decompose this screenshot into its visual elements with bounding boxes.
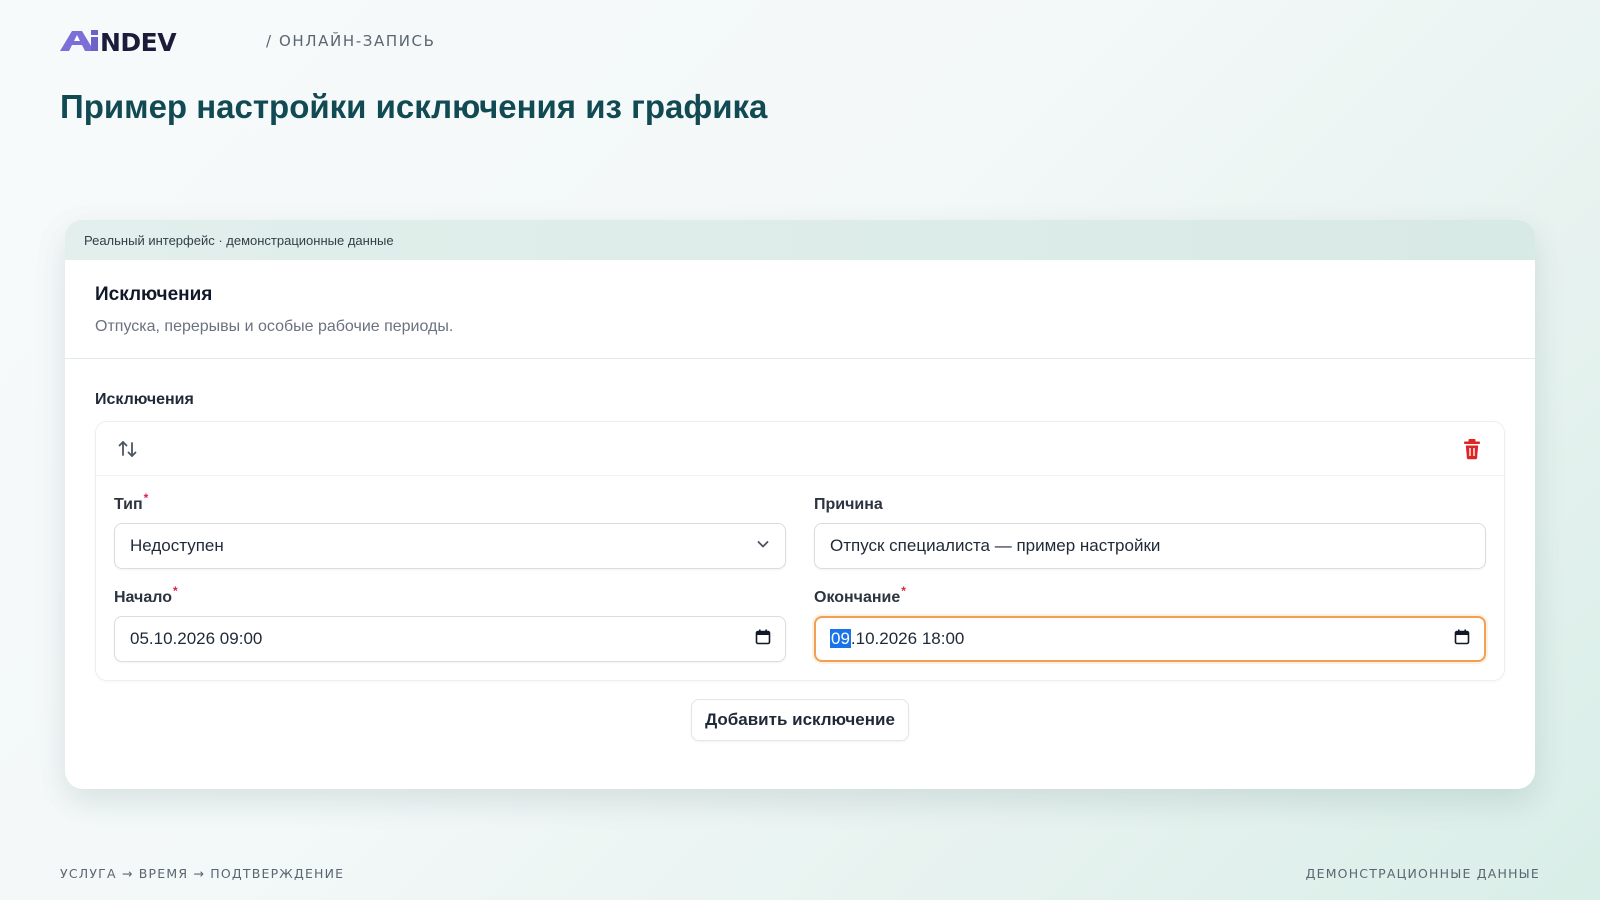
required-mark: * (901, 584, 906, 598)
add-exception-row: Добавить исключение (95, 699, 1505, 741)
section-label: Исключения (95, 391, 194, 408)
exceptions-section: Исключения Тип* Недоступен Причина Отпус… (65, 359, 1535, 741)
page-title: Пример настройки исключения из графика (60, 88, 768, 125)
end-datetime-value: 09.10.2026 18:00 (830, 629, 965, 648)
type-select[interactable]: Недоступен (114, 523, 786, 569)
end-datetime-input[interactable]: 09.10.2026 18:00 (814, 616, 1486, 662)
start-datetime-value: 05.10.2026 09:00 (130, 629, 263, 648)
start-datetime-input[interactable]: 05.10.2026 09:00 (114, 616, 786, 662)
panel-description: Отпуска, перерывы и особые рабочие перио… (95, 318, 454, 335)
required-mark: * (143, 491, 149, 505)
panel-title: Исключения (95, 284, 213, 305)
logo[interactable]: NDEV (60, 26, 238, 56)
trash-icon[interactable] (1460, 437, 1484, 461)
type-select-value: Недоступен (130, 536, 224, 555)
arrows-up-down-icon[interactable] (116, 437, 140, 461)
exception-fields: Тип* Недоступен Причина Отпуск специалис… (96, 476, 1504, 680)
end-label: Окончание* (814, 584, 906, 606)
start-field: Начало* 05.10.2026 09:00 (114, 584, 786, 662)
svg-text:NDEV: NDEV (100, 28, 177, 55)
reason-label: Причина (814, 496, 883, 513)
required-mark: * (172, 584, 178, 598)
footer-note: ДЕМОНСТРАЦИОННЫЕ ДАННЫЕ (1305, 866, 1540, 881)
calendar-icon[interactable] (755, 629, 771, 650)
start-label: Начало* (114, 584, 178, 606)
logo-mark: NDEV (60, 28, 178, 55)
calendar-icon[interactable] (1454, 629, 1470, 650)
reason-input-value: Отпуск специалиста — пример настройки (830, 536, 1161, 555)
header: NDEV / ОНЛАЙН-ЗАПИСЬ (60, 26, 436, 56)
panel-header: Исключения Отпуска, перерывы и особые ра… (65, 260, 1535, 359)
reason-input[interactable]: Отпуск специалиста — пример настройки (814, 523, 1486, 569)
frame-caption: Реальный интерфейс · демонстрационные да… (65, 220, 1535, 260)
exceptions-panel: Исключения Отпуска, перерывы и особые ра… (65, 260, 1535, 789)
exception-card: Тип* Недоступен Причина Отпуск специалис… (95, 421, 1505, 681)
type-label: Тип* (114, 491, 149, 513)
end-field: Окончание* 09.10.2026 18:00 (814, 584, 1486, 662)
reason-field: Причина Отпуск специалиста — пример наст… (814, 496, 1486, 569)
add-exception-button[interactable]: Добавить исключение (691, 699, 909, 741)
breadcrumb: / ОНЛАЙН-ЗАПИСЬ (266, 32, 436, 50)
footer-steps: УСЛУГА → ВРЕМЯ → ПОДТВЕРЖДЕНИЕ (60, 866, 345, 881)
exception-toolbar (96, 422, 1504, 476)
type-field: Тип* Недоступен (114, 491, 786, 569)
chevron-down-icon (755, 536, 771, 557)
selected-day-segment: 09 (830, 629, 851, 648)
screenshot-frame: Реальный интерфейс · демонстрационные да… (65, 220, 1535, 789)
